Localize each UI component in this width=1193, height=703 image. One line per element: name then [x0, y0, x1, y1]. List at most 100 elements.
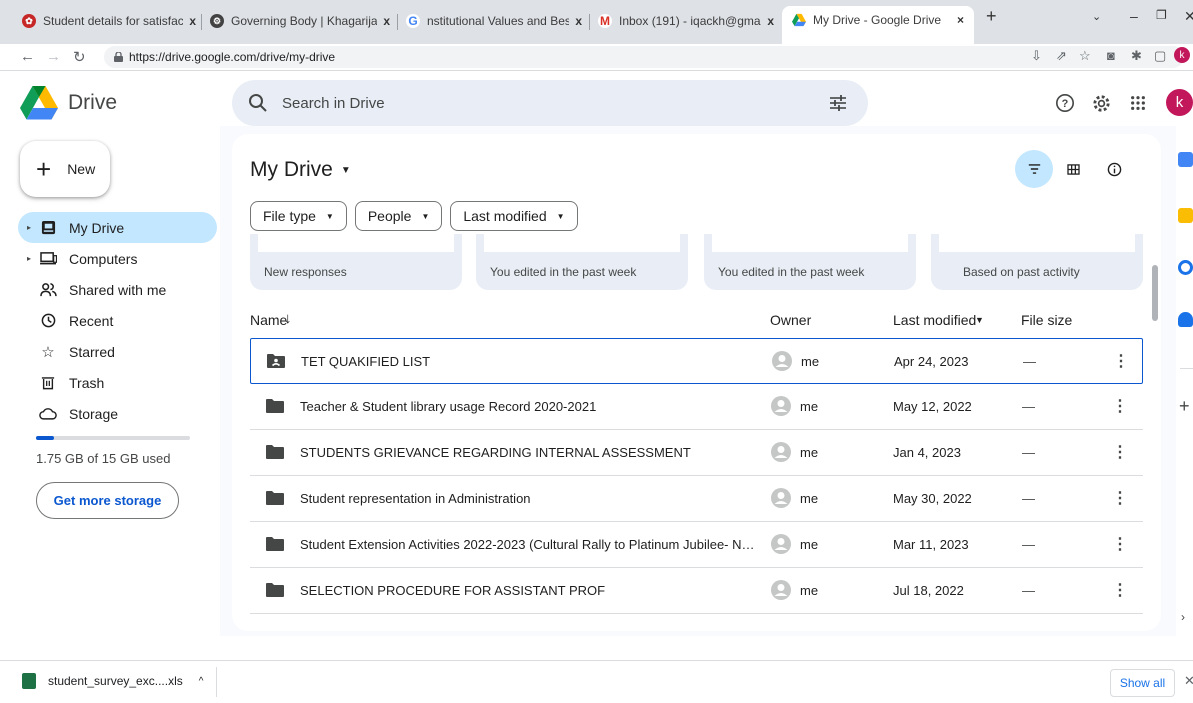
get-more-storage-button[interactable]: Get more storage	[36, 482, 179, 519]
forward-icon[interactable]: →	[46, 48, 61, 65]
browser-tab[interactable]: ✿ Student details for satisfactio x	[22, 8, 196, 34]
last-modified-filter[interactable]: Last modified ▼	[450, 201, 578, 231]
more-actions-icon[interactable]: ⋮	[1113, 351, 1129, 371]
sidebar-item-recent[interactable]: Recent	[18, 305, 217, 336]
close-tab-icon[interactable]: x	[767, 14, 774, 28]
search-input[interactable]: Search in Drive	[282, 95, 385, 112]
tasks-icon[interactable]	[1178, 260, 1193, 275]
browser-tab-active[interactable]: My Drive - Google Drive ×	[782, 6, 974, 44]
puzzle-icon[interactable]: ✱	[1131, 48, 1142, 64]
file-list: TET QUAKIFIED LIST me Apr 24, 2023 — ⋮ Teache…	[250, 338, 1143, 614]
browser-tab[interactable]: ⚙ Governing Body | Khagarijan x	[210, 8, 390, 34]
file-size-column-header[interactable]: File size	[1021, 312, 1072, 328]
more-actions-icon[interactable]: ⋮	[1112, 396, 1128, 416]
file-row[interactable]: Teacher & Student library usage Record 2…	[250, 384, 1143, 430]
contacts-icon[interactable]	[1178, 312, 1193, 327]
close-tab-icon[interactable]: x	[383, 14, 390, 28]
file-row[interactable]: Student representation in Administration…	[250, 476, 1143, 522]
search-bar[interactable]: Search in Drive	[232, 80, 868, 126]
search-options-icon[interactable]	[828, 93, 848, 113]
expand-caret-icon[interactable]: ▸	[27, 223, 35, 232]
expand-caret-icon[interactable]: ▸	[27, 254, 35, 263]
file-name[interactable]: SELECTION PROCEDURE FOR ASSISTANT PROF	[300, 583, 760, 598]
sidebar-item-shared-with-me[interactable]: Shared with me	[18, 274, 217, 305]
people-filter[interactable]: People ▼	[354, 201, 443, 231]
close-tab-icon[interactable]: x	[575, 14, 582, 28]
page-title[interactable]: My Drive ▼	[250, 158, 351, 182]
calendar-icon[interactable]	[1178, 152, 1193, 167]
expand-panel-chevron-icon[interactable]: ›	[1181, 610, 1185, 624]
owner-column-header[interactable]: Owner	[770, 312, 811, 328]
drive-logo[interactable]: Drive	[20, 86, 117, 120]
file-row[interactable]: STUDENTS GRIEVANCE REGARDING INTERNAL AS…	[250, 430, 1143, 476]
tab-title: My Drive - Google Drive	[813, 13, 942, 27]
download-item[interactable]: student_survey_exc....xls ^	[22, 673, 203, 689]
close-window-icon[interactable]: ✕	[1184, 8, 1193, 25]
sidebar-item-starred[interactable]: ☆ Starred	[18, 336, 217, 367]
sidebar-item-computers[interactable]: ▸ Computers	[18, 243, 217, 274]
name-column-header[interactable]: Name	[250, 312, 287, 328]
browser-tab[interactable]: G nstitutional Values and Best P x	[406, 8, 582, 34]
show-all-downloads-button[interactable]: Show all	[1110, 669, 1175, 697]
url-field[interactable]: https://drive.google.com/drive/my-drive	[104, 46, 1184, 68]
more-actions-icon[interactable]: ⋮	[1112, 580, 1128, 600]
suggested-file-card[interactable]: New responses	[250, 234, 462, 290]
more-actions-icon[interactable]: ⋮	[1112, 442, 1128, 462]
scrollbar-thumb[interactable]	[1152, 265, 1158, 321]
sidebar-item-trash[interactable]: Trash	[18, 367, 217, 398]
search-icon	[249, 94, 267, 112]
suggested-file-card[interactable]: You edited in the past week	[704, 234, 916, 290]
owner-avatar-icon	[771, 488, 791, 508]
file-name[interactable]: Student Extension Activities 2022-2023 (…	[300, 537, 760, 552]
file-last-modified: Apr 24, 2023	[894, 354, 969, 369]
add-addon-icon[interactable]: +	[1179, 396, 1190, 417]
share-icon[interactable]: ⇗	[1056, 48, 1067, 64]
more-actions-icon[interactable]: ⋮	[1112, 534, 1128, 554]
sidebar-item-storage[interactable]: Storage	[18, 398, 217, 429]
extension-icon[interactable]: ◙	[1107, 48, 1115, 63]
back-icon[interactable]: ←	[20, 48, 35, 65]
chevron-up-icon[interactable]: ^	[199, 676, 204, 687]
suggested-file-card[interactable]: You edited in the past week	[476, 234, 688, 290]
help-icon[interactable]: ?	[1054, 92, 1076, 114]
tab-search-icon[interactable]: ⌄	[1092, 10, 1101, 23]
last-modified-column-header[interactable]: Last modified	[893, 312, 976, 328]
minimize-icon[interactable]: –	[1130, 8, 1138, 24]
restore-icon[interactable]: ❐	[1156, 8, 1167, 22]
list-view-button[interactable]	[1015, 150, 1053, 188]
google-apps-icon[interactable]	[1127, 92, 1149, 114]
grid-view-button[interactable]	[1054, 150, 1092, 188]
details-info-button[interactable]	[1095, 150, 1133, 188]
file-last-modified: Mar 11, 2023	[893, 537, 969, 552]
new-button[interactable]: + New	[20, 141, 110, 197]
account-avatar[interactable]: k	[1166, 89, 1193, 116]
file-name[interactable]: STUDENTS GRIEVANCE REGARDING INTERNAL AS…	[300, 445, 760, 460]
settings-gear-icon[interactable]	[1090, 92, 1112, 114]
file-name[interactable]: Student representation in Administration	[300, 491, 760, 506]
file-name[interactable]: Teacher & Student library usage Record 2…	[300, 399, 760, 414]
main-panel: My Drive ▼ File type ▼ People ▼ Last mod…	[232, 134, 1161, 631]
reload-icon[interactable]: ↻	[73, 48, 86, 66]
sort-arrow-down-icon[interactable]: ↓	[284, 310, 292, 327]
suggested-file-card[interactable]: Based on past activity	[931, 234, 1143, 290]
close-tab-icon[interactable]: ×	[957, 13, 964, 27]
install-app-icon[interactable]: ⇩	[1031, 48, 1042, 64]
side-panel-icon[interactable]: ▢	[1154, 48, 1166, 64]
close-download-bar-icon[interactable]: ✕	[1184, 673, 1193, 689]
keep-icon[interactable]	[1178, 208, 1193, 223]
more-actions-icon[interactable]: ⋮	[1112, 488, 1128, 508]
sort-caret-down-icon[interactable]: ▼	[975, 315, 984, 325]
file-row[interactable]: Student Extension Activities 2022-2023 (…	[250, 522, 1143, 568]
browser-tab[interactable]: M Inbox (191) - iqackh@gmail.c x	[598, 8, 774, 34]
new-tab-button[interactable]: +	[986, 6, 997, 27]
file-row[interactable]: TET QUAKIFIED LIST me Apr 24, 2023 — ⋮	[250, 338, 1143, 384]
file-row[interactable]: SELECTION PROCEDURE FOR ASSISTANT PROF me…	[250, 568, 1143, 614]
bookmark-star-icon[interactable]: ☆	[1079, 48, 1091, 64]
profile-avatar[interactable]: k	[1174, 47, 1190, 63]
file-name[interactable]: TET QUAKIFIED LIST	[301, 354, 761, 369]
sidebar-item-my-drive[interactable]: ▸ My Drive	[18, 212, 217, 243]
computers-icon	[39, 250, 57, 268]
close-tab-icon[interactable]: x	[189, 14, 196, 28]
file-owner: me	[800, 583, 819, 598]
file-type-filter[interactable]: File type ▼	[250, 201, 347, 231]
